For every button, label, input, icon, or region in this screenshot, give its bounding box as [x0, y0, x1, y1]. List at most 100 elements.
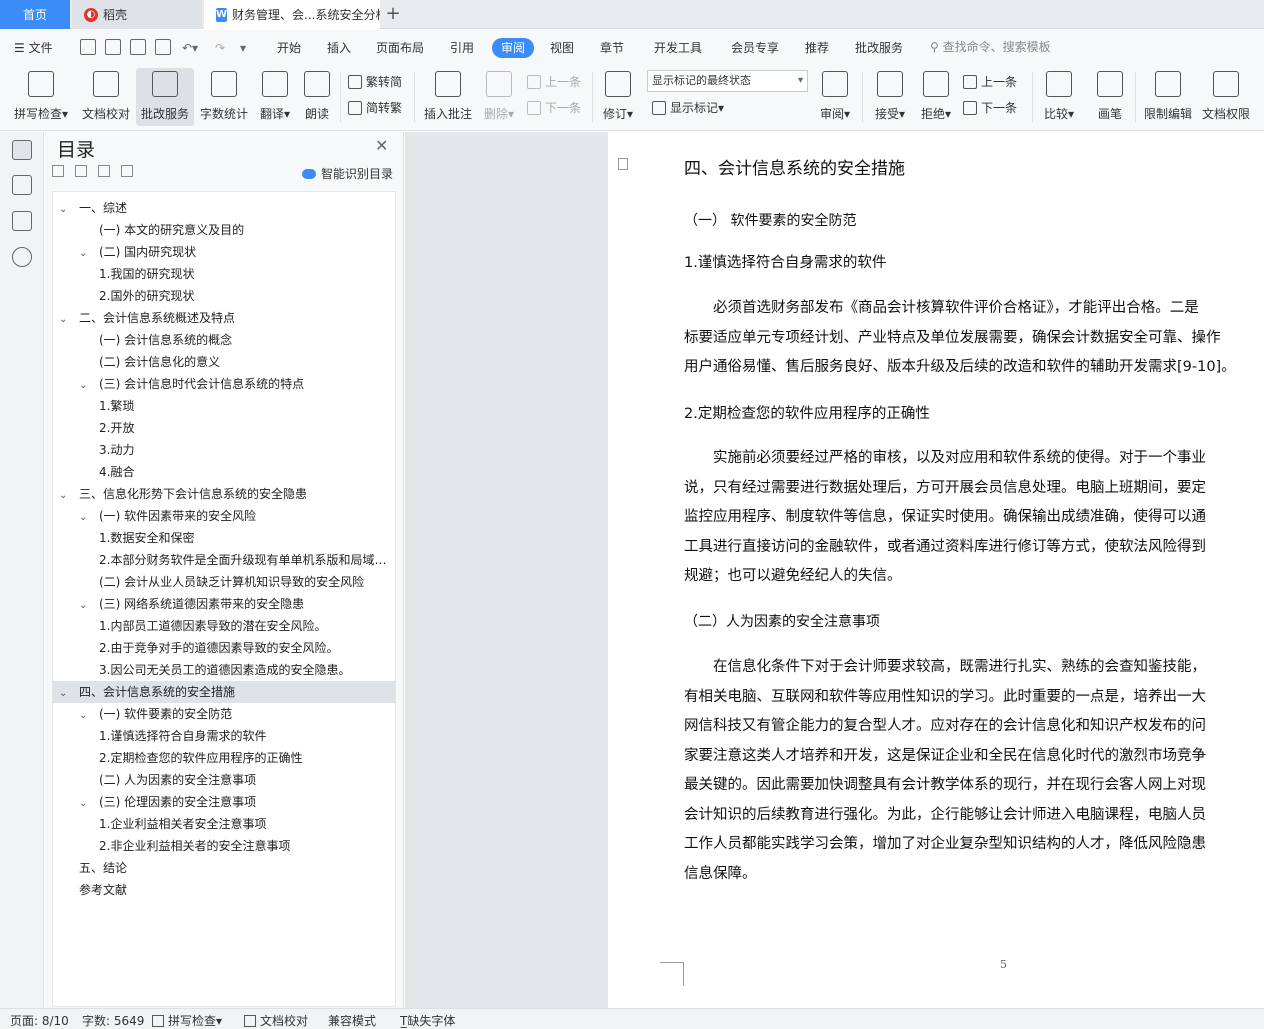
translate-button[interactable]: 翻译▾	[255, 68, 295, 126]
search-icon[interactable]	[12, 247, 32, 267]
chapter-nav-icon[interactable]	[12, 175, 32, 195]
accept-button[interactable]: 接受▾	[870, 68, 910, 126]
simp-to-trad-button[interactable]: 简转繁	[348, 98, 402, 118]
tab-daoke[interactable]: ◐ 稻壳	[72, 0, 202, 29]
paragraph-icon[interactable]	[618, 158, 628, 170]
toc-item[interactable]: 1.企业利益相关者安全注意事项	[53, 813, 395, 835]
toc-item[interactable]: (二) 人为因素的安全注意事项	[53, 769, 395, 791]
doc-permission-button[interactable]: 文档权限	[1199, 68, 1253, 126]
toc-item[interactable]: 2.国外的研究现状	[53, 285, 395, 307]
show-marks-button[interactable]: 显示标记 ▾	[652, 98, 724, 118]
toc-item[interactable]: 2.定期检查您的软件应用程序的正确性	[53, 747, 395, 769]
compare-button[interactable]: 比较▾	[1039, 68, 1079, 126]
toc-item[interactable]: ⌄ (三) 会计信息时代会计信息系统的特点	[53, 373, 395, 395]
chevron-down-icon[interactable]: ⌄	[79, 705, 91, 725]
expand-all-icon[interactable]	[75, 165, 87, 177]
pen-button[interactable]: 画笔	[1092, 68, 1128, 126]
toc-item[interactable]: 五、结论	[53, 857, 395, 879]
proofread-status[interactable]: 文档校对	[244, 1012, 308, 1029]
smart-toc-button[interactable]: 智能识别目录	[302, 165, 393, 182]
collapse-all-icon[interactable]	[52, 165, 64, 177]
menu-item-insert[interactable]: 插入	[327, 38, 351, 58]
remove-heading-icon[interactable]	[121, 165, 133, 177]
chevron-down-icon[interactable]: ⌄	[59, 309, 71, 329]
export-pdf-icon[interactable]	[105, 39, 121, 55]
toc-item[interactable]: ⌄ 一、综述	[53, 197, 395, 219]
delete-comment-button[interactable]: 删除▾	[480, 68, 518, 126]
restrict-edit-button[interactable]: 限制编辑	[1141, 68, 1195, 126]
page-indicator[interactable]: 页面: 8/10	[10, 1012, 69, 1029]
chevron-down-icon[interactable]: ⌄	[79, 375, 91, 395]
toc-item[interactable]: ⌄ (一) 软件要素的安全防范	[53, 703, 395, 725]
toc-item[interactable]: ⌄ 四、会计信息系统的安全措施	[53, 681, 395, 703]
spell-check-button[interactable]: 拼写检查▾	[10, 68, 72, 126]
undo-icon[interactable]: ↶▾	[182, 38, 198, 58]
toc-item[interactable]: ⌄ (三) 网络系统道德因素带来的安全隐患	[53, 593, 395, 615]
menu-item-dev-tools[interactable]: 开发工具	[654, 38, 702, 58]
review-service-button[interactable]: 批改服务	[136, 68, 194, 126]
menu-item-review-service[interactable]: 批改服务	[855, 38, 903, 58]
menu-item-recommend[interactable]: 推荐	[805, 38, 829, 58]
menu-item-view[interactable]: 视图	[550, 38, 574, 58]
tab-document[interactable]: W 财务管理、会...系统安全分析	[204, 0, 380, 29]
chevron-down-icon[interactable]: ⌄	[79, 243, 91, 263]
insert-comment-button[interactable]: 插入批注	[420, 68, 476, 126]
toc-item[interactable]: ⌄ (一) 软件因素带来的安全风险	[53, 505, 395, 527]
read-aloud-button[interactable]: 朗读	[300, 68, 334, 126]
menu-item-page-layout[interactable]: 页面布局	[376, 38, 424, 58]
toc-item[interactable]: 1.数据安全和保密	[53, 527, 395, 549]
track-changes-button[interactable]: 修订▾	[598, 68, 638, 126]
toc-item[interactable]: (二) 会计从业人员缺乏计算机知识导致的安全风险	[53, 571, 395, 593]
spell-check-status[interactable]: 拼写检查 ▾	[152, 1012, 222, 1029]
proofread-button[interactable]: 文档校对	[78, 68, 134, 126]
print-preview-icon[interactable]	[155, 39, 171, 55]
toc-item[interactable]: (二) 会计信息化的意义	[53, 351, 395, 373]
toc-item[interactable]: 参考文献	[53, 879, 395, 901]
prev-comment-button[interactable]: 上一条	[527, 72, 581, 92]
toc-item[interactable]: 3.动力	[53, 439, 395, 461]
chevron-down-icon[interactable]: ⌄	[79, 507, 91, 527]
toc-item[interactable]: 1.谨慎选择符合自身需求的软件	[53, 725, 395, 747]
prev-change-button[interactable]: 上一条	[963, 72, 1017, 92]
toc-item[interactable]: 2.由于竞争对手的道德因素导致的安全风险。	[53, 637, 395, 659]
add-heading-icon[interactable]	[98, 165, 110, 177]
toc-item[interactable]: 2.开放	[53, 417, 395, 439]
toc-item[interactable]: (一) 本文的研究意义及目的	[53, 219, 395, 241]
toc-item[interactable]: ⌄ (三) 伦理因素的安全注意事项	[53, 791, 395, 813]
toc-item[interactable]: 2.本部分财务软件是全面升级现有单单机系版和局域网版的...	[53, 549, 395, 571]
chevron-down-icon[interactable]: ⌄	[59, 683, 71, 703]
next-comment-button[interactable]: 下一条	[527, 98, 581, 118]
chevron-down-icon[interactable]: ⌄	[79, 793, 91, 813]
menu-item-reference[interactable]: 引用	[450, 38, 474, 58]
toc-item[interactable]: ⌄ 三、信息化形势下会计信息系统的安全隐患	[53, 483, 395, 505]
toc-item[interactable]: 1.内部员工道德因素导致的潜在安全风险。	[53, 615, 395, 637]
chevron-down-icon[interactable]: ⌄	[59, 199, 71, 219]
chevron-down-icon[interactable]: ⌄	[79, 595, 91, 615]
menu-item-review[interactable]: 审阅	[492, 38, 535, 58]
save-icon[interactable]	[80, 39, 96, 55]
close-icon[interactable]: ✕	[375, 136, 388, 155]
new-tab-button[interactable]: +	[383, 3, 403, 24]
toc-item[interactable]: ⌄ 二、会计信息系统概述及特点	[53, 307, 395, 329]
reject-button[interactable]: 拒绝▾	[916, 68, 956, 126]
next-change-button[interactable]: 下一条	[963, 98, 1017, 118]
toc-icon[interactable]	[12, 140, 32, 160]
word-count-indicator[interactable]: 字数: 5649	[82, 1012, 144, 1029]
toc-item[interactable]: 4.融合	[53, 461, 395, 483]
bookmark-icon[interactable]	[12, 211, 32, 231]
toc-item[interactable]: 3.因公司无关员工的道德因素造成的安全隐患。	[53, 659, 395, 681]
toc-item[interactable]: 2.非企业利益相关者的安全注意事项	[53, 835, 395, 857]
menu-item-start[interactable]: 开始	[277, 38, 301, 58]
word-count-button[interactable]: 字数统计	[197, 68, 251, 126]
command-search[interactable]: ⚲ 查找命令、搜索模板	[930, 38, 1051, 55]
toc-item[interactable]: 1.繁琐	[53, 395, 395, 417]
menu-item-member[interactable]: 会员专享	[731, 38, 779, 58]
tab-home[interactable]: 首页	[0, 0, 70, 29]
more-chevron-icon[interactable]: ▾	[240, 38, 246, 58]
print-icon[interactable]	[130, 39, 146, 55]
chevron-down-icon[interactable]: ⌄	[59, 485, 71, 505]
trad-to-simp-button[interactable]: 繁转简	[348, 72, 402, 92]
toc-item[interactable]: (一) 会计信息系统的概念	[53, 329, 395, 351]
markup-display-select[interactable]: 显示标记的最终状态	[647, 70, 808, 92]
toc-item[interactable]: 1.我国的研究现状	[53, 263, 395, 285]
